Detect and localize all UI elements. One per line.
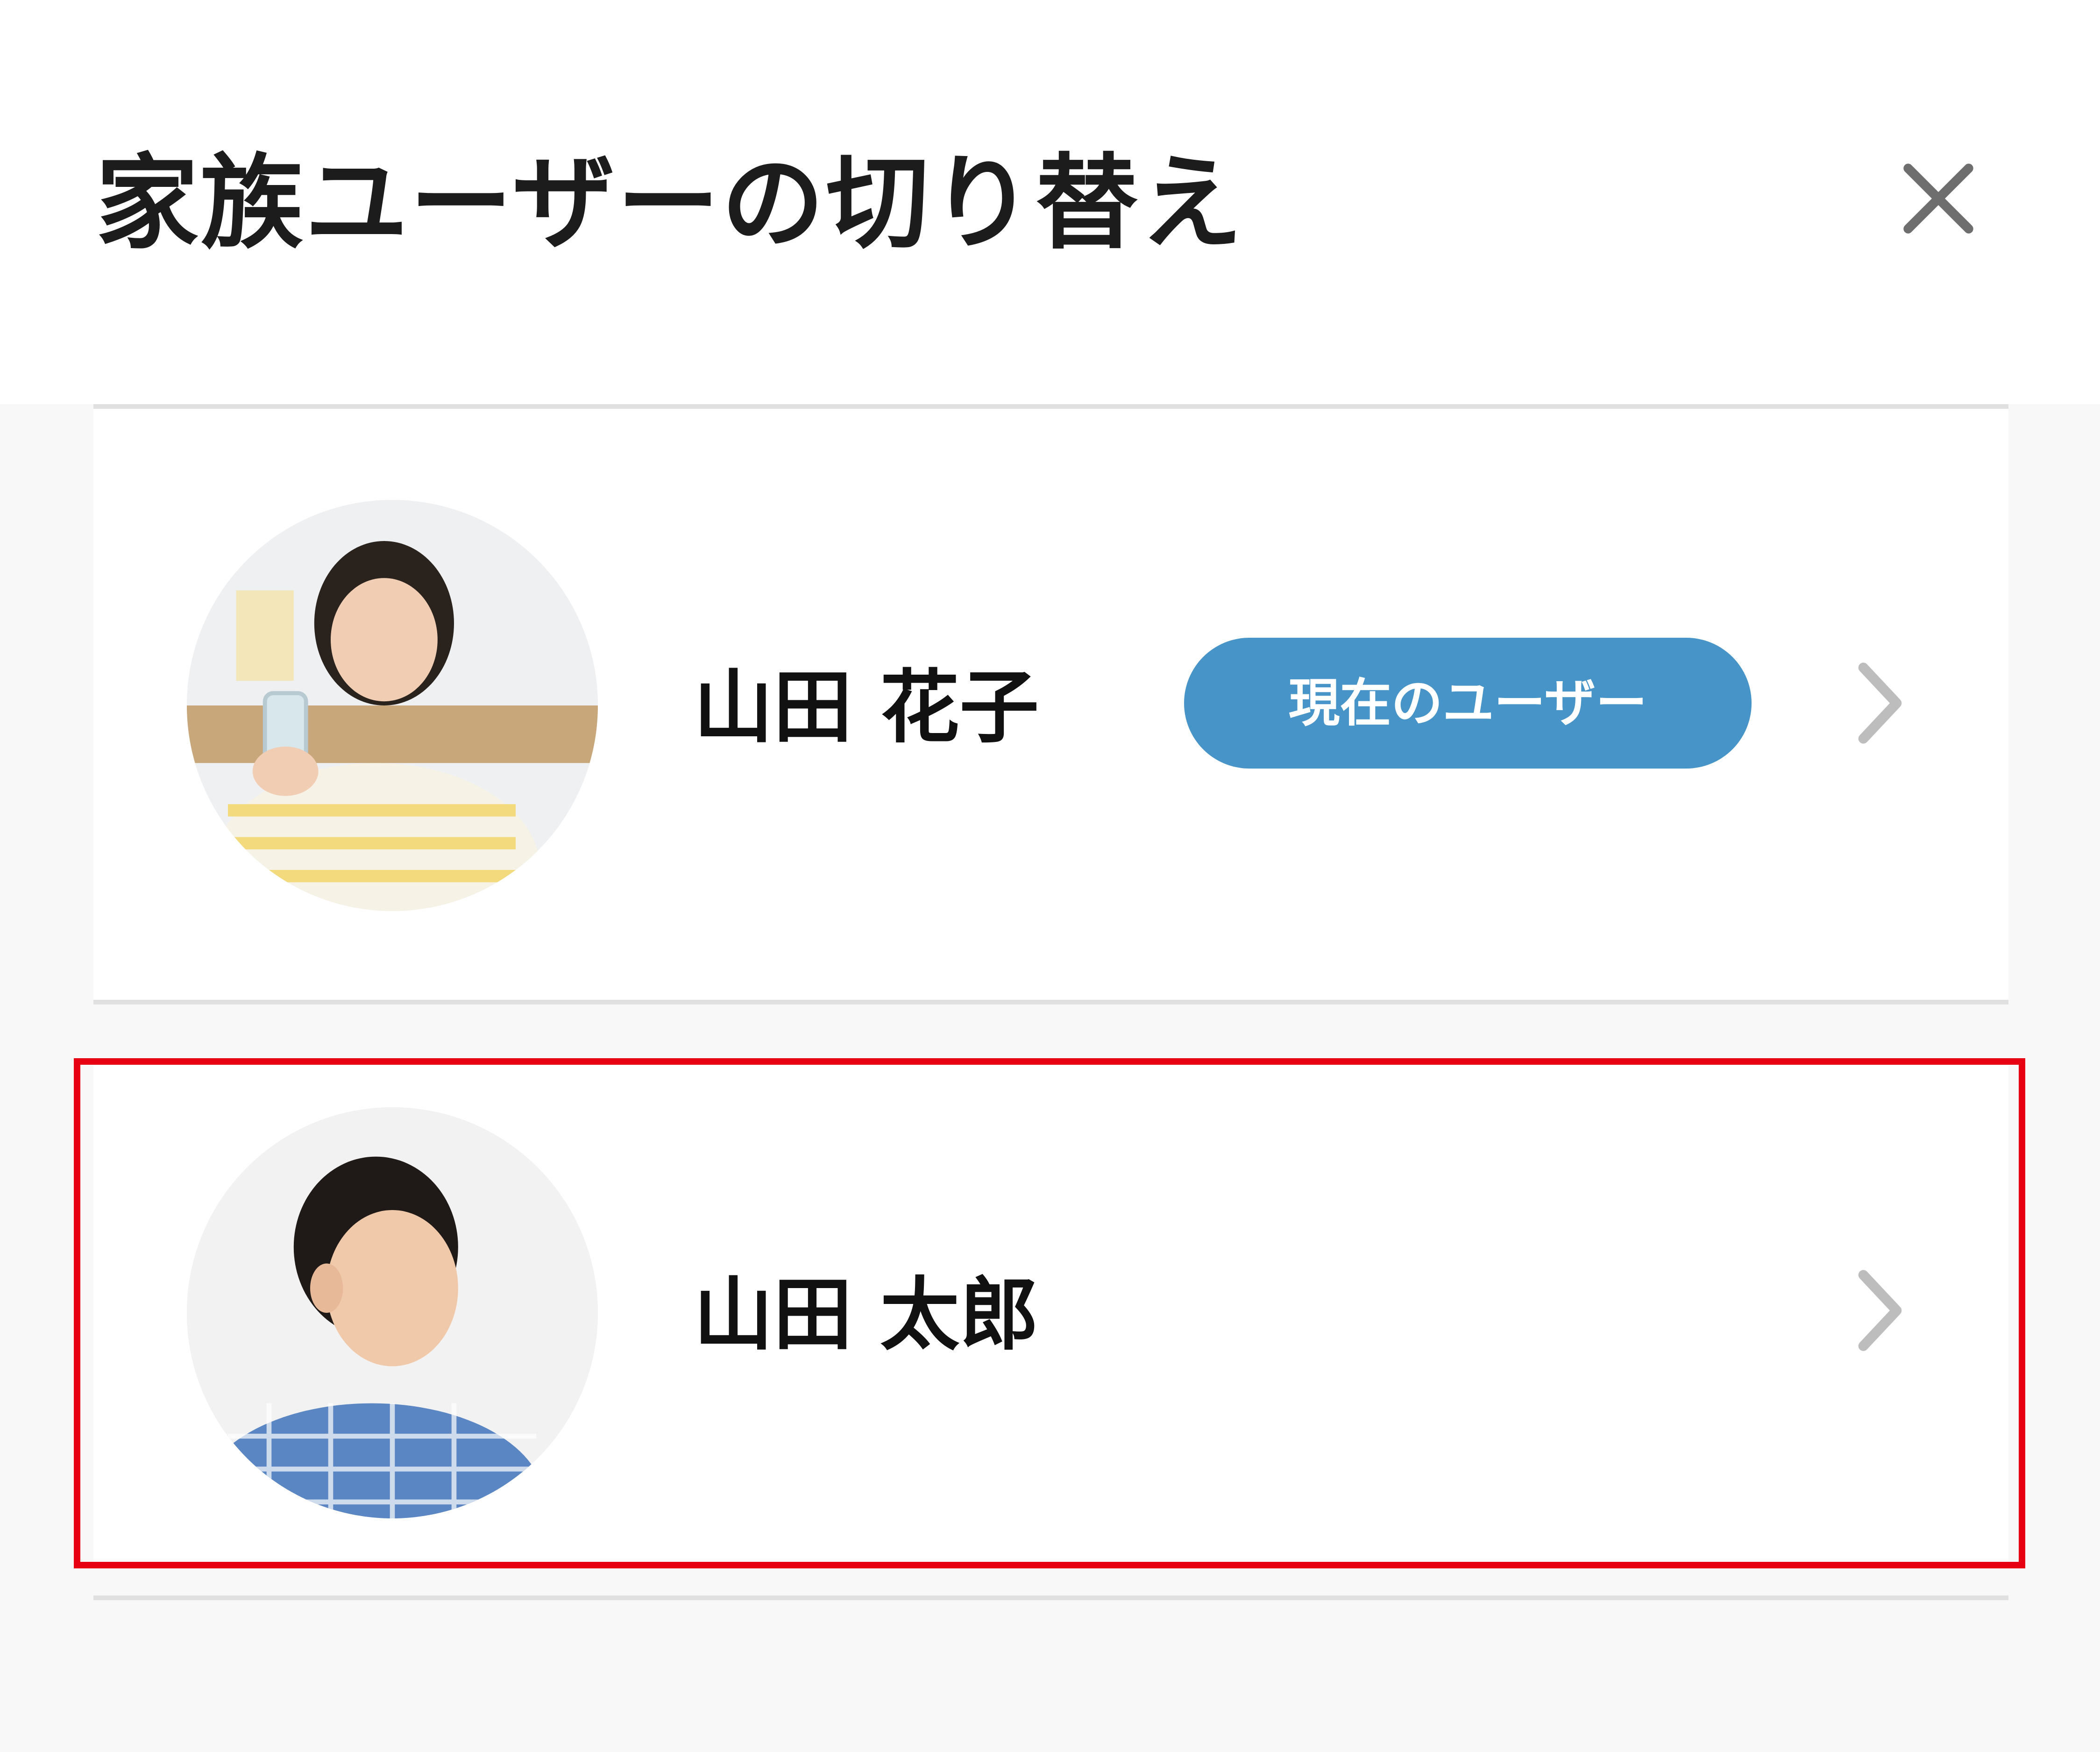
user-row-hanako[interactable]: 山田 花子 現在のユーザー: [93, 409, 2008, 1000]
chevron-right-icon: [1845, 1266, 1915, 1355]
divider: [93, 1000, 2008, 1004]
avatar: [187, 1107, 598, 1518]
chevron-right-icon: [1845, 659, 1915, 748]
avatar-boy-photo-icon: [187, 1107, 598, 1518]
avatar-woman-photo-icon: [187, 500, 598, 911]
user-name: 山田 太郎: [694, 1269, 1039, 1361]
close-icon: [1903, 164, 1973, 234]
modal-header: 家族ユーザーの切り替え: [0, 0, 2100, 404]
current-user-badge: 現在のユーザー: [1184, 638, 1752, 769]
user-name: 山田 花子: [694, 662, 1039, 754]
modal-title: 家族ユーザーの切り替え: [96, 143, 1245, 263]
divider: [93, 1595, 2008, 1600]
close-button[interactable]: [1896, 157, 1980, 241]
user-row-taro[interactable]: 山田 太郎: [93, 1065, 2008, 1563]
avatar: [187, 500, 598, 911]
divider: [93, 404, 2008, 409]
